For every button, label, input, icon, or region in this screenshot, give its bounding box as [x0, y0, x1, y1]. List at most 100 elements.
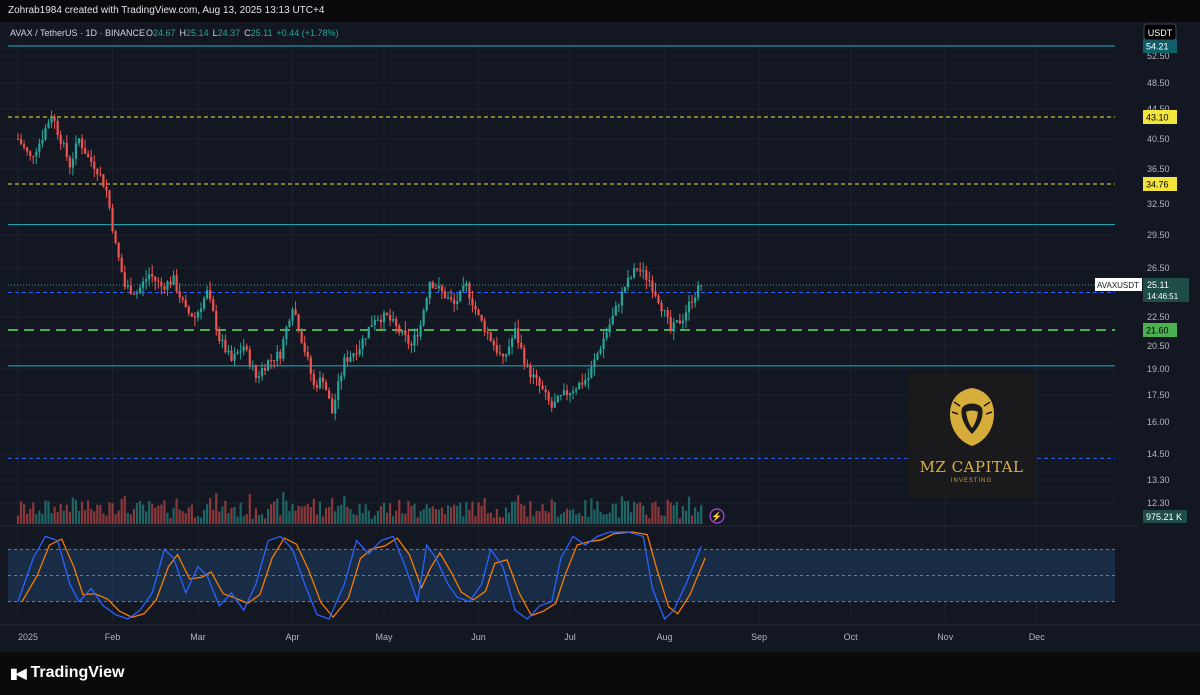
volume-bar — [288, 511, 291, 524]
candle-body — [96, 168, 99, 175]
volume-bar — [361, 512, 364, 524]
candle-body — [364, 338, 367, 340]
volume-bar — [50, 513, 53, 524]
volume-bar — [547, 512, 550, 524]
time-tick: Jun — [471, 632, 486, 642]
volume-bar — [123, 495, 126, 524]
candle-body — [178, 291, 181, 298]
volume-bar — [398, 499, 401, 524]
volume-bar — [334, 511, 337, 524]
candle-body — [572, 391, 575, 394]
volume-bar — [160, 504, 163, 524]
candle-body — [324, 382, 328, 391]
candle-body — [660, 303, 663, 312]
volume-bar — [511, 501, 514, 524]
candle-body — [584, 380, 587, 385]
volume-bar — [41, 513, 44, 524]
candle-body — [90, 156, 93, 162]
volume-axis-label: 975.21 K — [1146, 512, 1182, 522]
candle-body — [202, 298, 206, 309]
candle-body — [690, 301, 694, 303]
candle-body — [392, 319, 395, 321]
candle-body — [507, 346, 511, 355]
candle-body — [193, 316, 196, 318]
volume-bar — [700, 505, 703, 524]
volume-bar — [468, 509, 471, 524]
volume-bar — [456, 505, 459, 524]
candle-body — [154, 276, 157, 281]
volume-bar — [617, 517, 620, 524]
candle-body — [175, 275, 178, 292]
volume-bar — [575, 514, 578, 524]
candle-body — [526, 364, 529, 366]
candle-body — [343, 357, 346, 376]
volume-bar — [96, 504, 99, 524]
volume-bar — [38, 510, 41, 524]
candle-body — [395, 319, 398, 326]
candle-body — [617, 305, 620, 307]
volume-bar — [343, 496, 346, 524]
candle-body — [346, 357, 349, 362]
candle-body — [514, 328, 517, 339]
candle-body — [99, 174, 102, 176]
candle-body — [678, 320, 681, 324]
candle-body — [681, 320, 684, 324]
candle-body — [602, 338, 605, 350]
volume-bar — [504, 507, 508, 524]
volume-bar — [279, 515, 282, 524]
lion-icon — [950, 388, 994, 446]
volume-bar — [206, 504, 209, 524]
candle-body — [675, 320, 678, 323]
candle-body — [239, 351, 242, 353]
candle-body — [437, 285, 440, 289]
candle-body — [492, 340, 495, 346]
volume-bar — [538, 510, 541, 524]
candle-body — [221, 339, 224, 342]
volume-bar — [273, 501, 276, 524]
volume-bar — [687, 496, 691, 524]
volume-bar — [529, 501, 532, 524]
volume-bar — [26, 513, 29, 524]
volume-bar — [114, 514, 117, 524]
open-label: O — [146, 28, 153, 38]
candle-body — [538, 378, 541, 386]
volume-bar — [694, 507, 697, 524]
price-chart[interactable]: 54.21 43.10 34.76 21.60 AVAXUSDT 25.11 14:46:5… — [0, 22, 1200, 652]
candle-body — [187, 306, 190, 314]
candle-body — [23, 144, 26, 148]
candle-body — [361, 338, 364, 349]
tradingview-logo[interactable]: ▮◀ TradingView — [10, 664, 124, 682]
time-tick: Dec — [1029, 632, 1046, 642]
candle-body — [459, 290, 462, 302]
candle-body — [376, 319, 379, 321]
candle-body — [379, 319, 383, 323]
volume-bar — [187, 507, 190, 524]
volume-bar — [35, 514, 38, 524]
time-tick: Aug — [657, 632, 673, 642]
volume-bar — [315, 514, 318, 524]
last-price-axis-value: 25.11 — [1147, 280, 1169, 290]
volume-bar — [541, 504, 544, 524]
candle-body — [163, 286, 166, 290]
volume-bar — [102, 513, 105, 524]
candle-body — [672, 322, 675, 332]
time-tick: 2025 — [18, 632, 38, 642]
candle-body — [294, 309, 297, 315]
volume-bar — [233, 506, 236, 524]
candle-body — [117, 242, 120, 258]
volume-bar — [196, 516, 200, 524]
volume-bar — [434, 509, 437, 524]
symbol-line[interactable]: AVAX / TetherUS · 1D · BINANCE — [10, 28, 145, 38]
candle-body — [138, 287, 142, 294]
candle-body — [431, 281, 434, 288]
volume-bar — [666, 499, 669, 524]
candle-body — [495, 345, 498, 353]
candle-body — [151, 274, 154, 277]
volume-bar — [556, 516, 559, 524]
candle-body — [233, 354, 236, 361]
volume-bar — [581, 515, 584, 524]
candle-body — [562, 390, 566, 395]
candle-body — [242, 346, 245, 352]
volume-bar — [535, 510, 538, 524]
candle-body — [41, 139, 44, 144]
